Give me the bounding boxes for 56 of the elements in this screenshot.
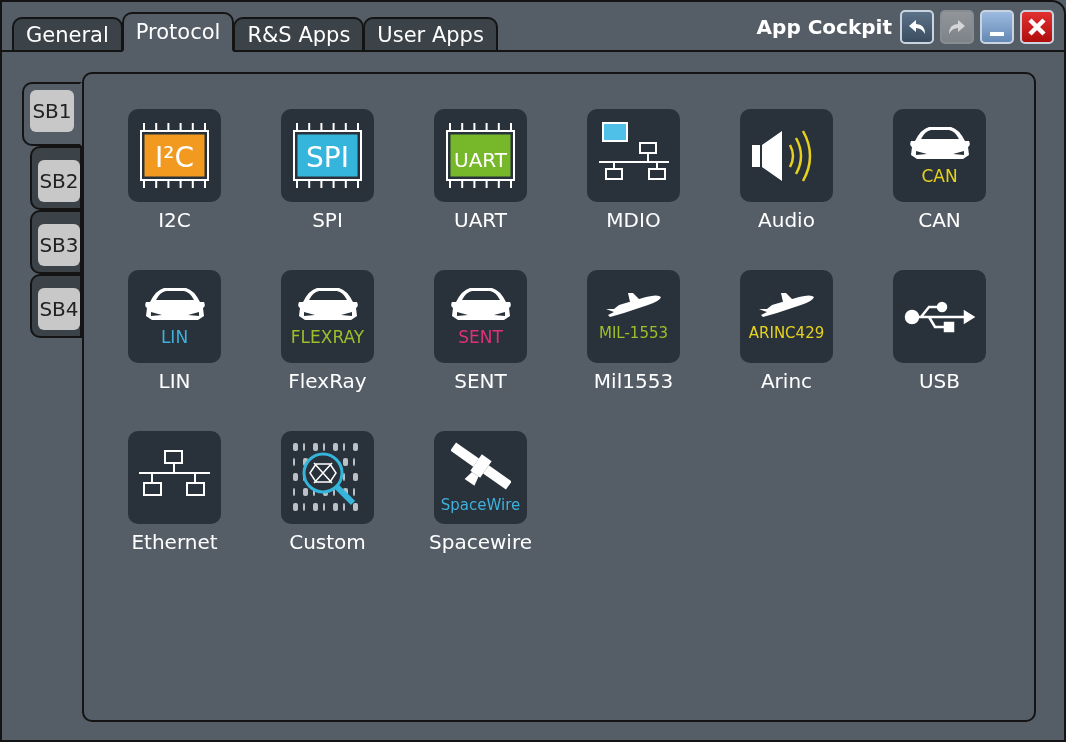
close-button[interactable] bbox=[1020, 10, 1054, 44]
badge-text: MIL-1553 bbox=[598, 326, 668, 341]
badge-text: ARINC429 bbox=[748, 326, 825, 341]
car-icon bbox=[296, 287, 359, 321]
app-label: Ethernet bbox=[131, 530, 218, 554]
redo-icon bbox=[947, 18, 967, 36]
badge-text: LIN bbox=[160, 329, 189, 346]
app-label: Custom bbox=[289, 530, 366, 554]
badge-text: SENT bbox=[458, 329, 503, 346]
app-label: Spacewire bbox=[429, 530, 532, 554]
app-label: SENT bbox=[454, 369, 507, 393]
badge-text: FLEXRAY bbox=[290, 329, 365, 346]
app-label: Mil1553 bbox=[593, 369, 674, 393]
app-label: Audio bbox=[758, 208, 815, 232]
app-label: USB bbox=[918, 369, 961, 393]
car-icon bbox=[908, 126, 971, 160]
airplane-icon bbox=[758, 292, 815, 318]
tab[interactable]: Protocol bbox=[121, 12, 235, 52]
badge-text: CAN bbox=[921, 168, 958, 185]
app-label: I2C bbox=[158, 208, 191, 232]
minimize-icon bbox=[990, 32, 1004, 36]
app-label: UART bbox=[454, 208, 507, 232]
undo-button[interactable] bbox=[900, 10, 934, 44]
app-tile[interactable] bbox=[281, 431, 374, 524]
app-tile[interactable]: MIL-1553 bbox=[587, 270, 680, 363]
app-tile[interactable]: CAN bbox=[893, 109, 986, 202]
badge-text: SpaceWire bbox=[440, 498, 521, 513]
close-icon bbox=[1027, 17, 1047, 37]
side-tab-button[interactable]: SB2 bbox=[38, 160, 80, 202]
app-tile[interactable]: SpaceWire bbox=[434, 431, 527, 524]
car-icon bbox=[449, 287, 512, 321]
app-label: MDIO bbox=[606, 208, 661, 232]
undo-icon bbox=[907, 18, 927, 36]
app-tile[interactable]: FLEXRAY bbox=[281, 270, 374, 363]
car-icon bbox=[143, 287, 206, 321]
tab[interactable]: General bbox=[12, 17, 123, 52]
app-tile[interactable] bbox=[893, 270, 986, 363]
window-title: App Cockpit bbox=[756, 15, 892, 39]
app-tile[interactable] bbox=[740, 109, 833, 202]
side-tab-button[interactable]: SB4 bbox=[38, 288, 80, 330]
side-tab-button[interactable]: SB3 bbox=[38, 224, 80, 266]
app-label: FlexRay bbox=[288, 369, 367, 393]
app-tile[interactable] bbox=[128, 431, 221, 524]
app-label: LIN bbox=[158, 369, 191, 393]
app-label: CAN bbox=[918, 208, 961, 232]
airplane-icon bbox=[605, 292, 662, 318]
side-tab-button[interactable]: SB1 bbox=[30, 90, 74, 132]
app-tile[interactable]: LIN bbox=[128, 270, 221, 363]
satellite-icon bbox=[450, 442, 511, 490]
tab[interactable]: User Apps bbox=[363, 17, 498, 52]
minimize-button[interactable] bbox=[980, 10, 1014, 44]
app-label: SPI bbox=[312, 208, 343, 232]
tab[interactable]: R&S Apps bbox=[233, 17, 365, 52]
app-tile[interactable]: ARINC429 bbox=[740, 270, 833, 363]
app-label: Arinc bbox=[760, 369, 813, 393]
app-tile[interactable] bbox=[587, 109, 680, 202]
